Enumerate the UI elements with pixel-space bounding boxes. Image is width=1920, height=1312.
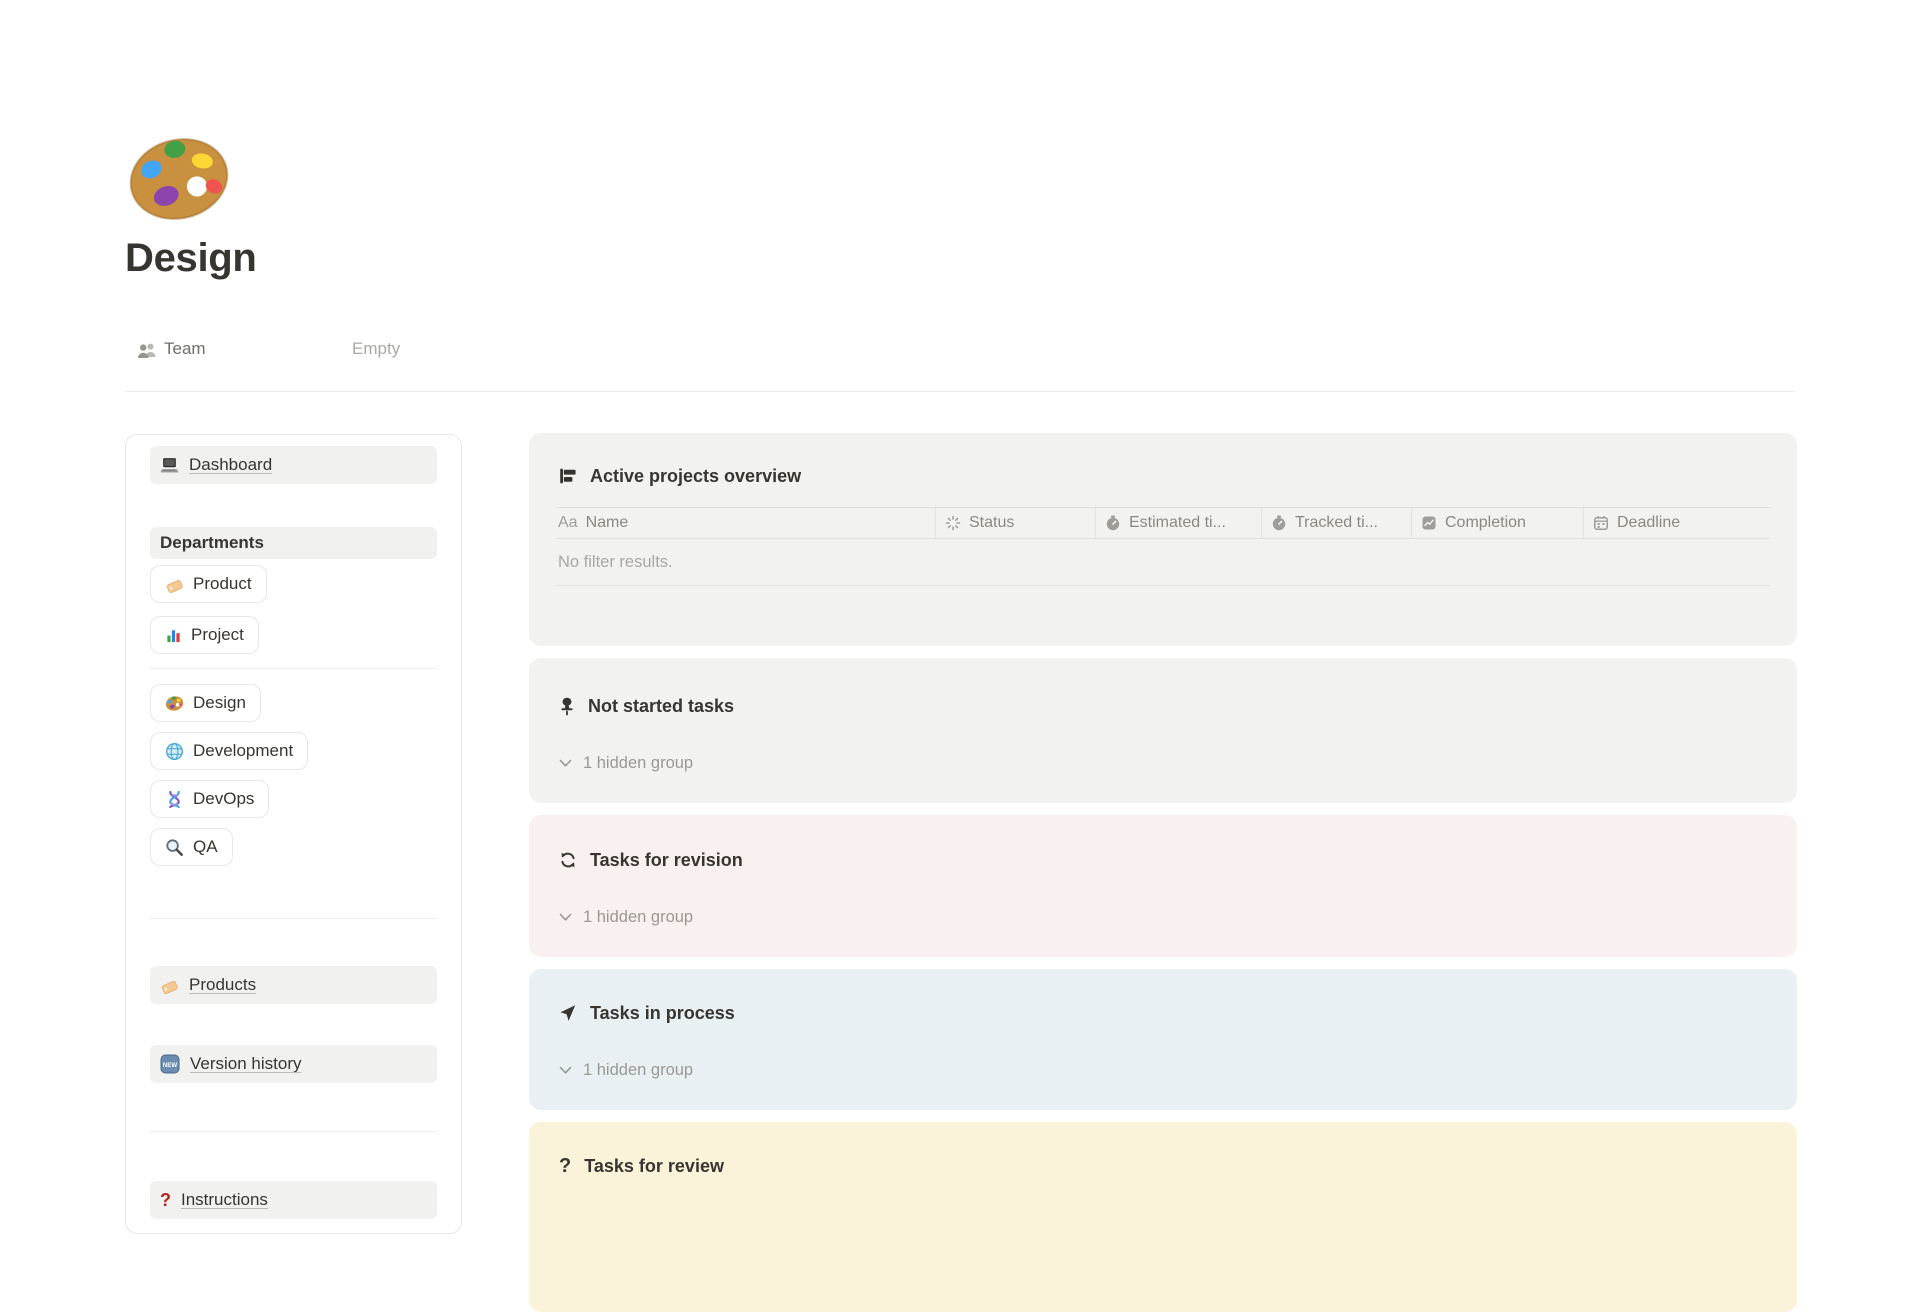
section-title[interactable]: Tasks for revision [590,850,743,871]
question-icon: ? [559,1155,572,1177]
red-question-icon: ? [160,1190,171,1210]
hidden-group-label: 1 hidden group [583,907,694,926]
hidden-group-toggle[interactable]: 1 hidden group [529,751,1797,775]
column-header-completion[interactable]: Completion [1412,508,1584,538]
property-team-label[interactable]: Team [164,339,206,359]
sidebar-button-label: Development [193,741,294,760]
column-header-estimated-time[interactable]: Estimated ti... [1096,508,1262,538]
sidebar-divider [150,668,437,669]
calendar-icon [1594,516,1608,530]
sidebar-divider [150,918,437,919]
new-badge-icon: NEW [160,1054,180,1074]
sidebar-button-label: QA [193,837,218,856]
property-team-value[interactable]: Empty [352,339,400,359]
table-header: Aa Name Status Estimated ti... Tracked t… [556,507,1770,539]
magnifier-icon [166,838,183,856]
sidebar-item-label: Products [189,975,257,994]
send-icon [560,1005,576,1021]
palette-icon [129,138,230,232]
globe-icon [166,742,183,760]
sidebar: Dashboard Departments Product Project De… [125,434,462,1234]
sidebar-button-devops[interactable]: DevOps [150,780,270,818]
sidebar-button-project[interactable]: Project [150,616,259,654]
section-tasks-for-revision: Tasks for revision 1 hidden group [529,815,1797,957]
timer-icon [1272,515,1286,531]
sidebar-item-label: Version history [190,1054,302,1073]
section-not-started-tasks: Not started tasks 1 hidden group [529,658,1797,803]
sidebar-button-label: Project [191,625,244,644]
section-title[interactable]: Tasks for review [584,1156,724,1177]
sidebar-section-label: Departments [160,533,264,552]
page-icon-palette[interactable] [126,126,232,232]
sidebar-item-dashboard[interactable]: Dashboard [150,446,437,484]
section-tasks-for-review: ? Tasks for review [529,1122,1797,1312]
header-divider [125,391,1795,392]
palette-icon [165,695,184,713]
sidebar-item-label: Dashboard [189,455,273,474]
column-header-tracked-time[interactable]: Tracked ti... [1262,508,1412,538]
hidden-group-toggle[interactable]: 1 hidden group [529,905,1797,929]
tag-icon [166,579,183,593]
team-people-icon [137,341,158,361]
hidden-group-label: 1 hidden group [583,1060,694,1079]
section-title[interactable]: Not started tasks [588,696,734,717]
sidebar-item-label: Instructions [181,1190,268,1209]
table-empty-message: No filter results. [556,539,1770,586]
sidebar-item-instructions[interactable]: ? Instructions [150,1181,437,1219]
chevron-down-icon [559,1066,572,1074]
sidebar-button-qa[interactable]: QA [150,828,233,866]
column-header-status[interactable]: Status [936,508,1096,538]
sidebar-button-label: Design [193,693,246,712]
sidebar-item-products[interactable]: Products [150,966,437,1004]
sidebar-button-label: DevOps [193,789,255,808]
chevron-down-icon [559,913,572,921]
timer-icon [1106,515,1120,531]
sidebar-item-version-history[interactable]: NEW Version history [150,1045,437,1083]
chevron-down-icon [559,759,572,767]
column-header-deadline[interactable]: Deadline [1584,508,1770,538]
hidden-group-label: 1 hidden group [583,753,694,772]
sidebar-button-product[interactable]: Product [150,565,267,603]
status-spinner-icon [945,515,961,531]
section-tasks-in-process: Tasks in process 1 hidden group [529,969,1797,1110]
column-header-name[interactable]: Aa Name [556,508,936,538]
section-title[interactable]: Active projects overview [590,466,801,487]
text-icon: Aa [558,514,578,531]
tag-icon [161,980,178,994]
sidebar-button-design[interactable]: Design [150,684,261,722]
dna-icon [169,790,180,808]
sidebar-section-departments[interactable]: Departments [150,527,437,559]
sidebar-button-development[interactable]: Development [150,732,309,770]
laptop-icon [160,457,179,472]
board-chart-icon [560,468,576,484]
bar-chart-icon [167,629,180,642]
page-title[interactable]: Design [125,236,257,281]
chart-rollup-icon [1422,516,1436,530]
pin-icon [561,697,573,715]
hidden-group-toggle[interactable]: 1 hidden group [529,1058,1797,1082]
refresh-icon [561,852,575,868]
sidebar-divider [150,1131,437,1132]
sidebar-button-label: Product [193,574,252,593]
section-title[interactable]: Tasks in process [590,1003,735,1024]
section-active-projects: Active projects overview Aa Name Status [529,433,1797,646]
svg-text:NEW: NEW [163,1062,178,1069]
